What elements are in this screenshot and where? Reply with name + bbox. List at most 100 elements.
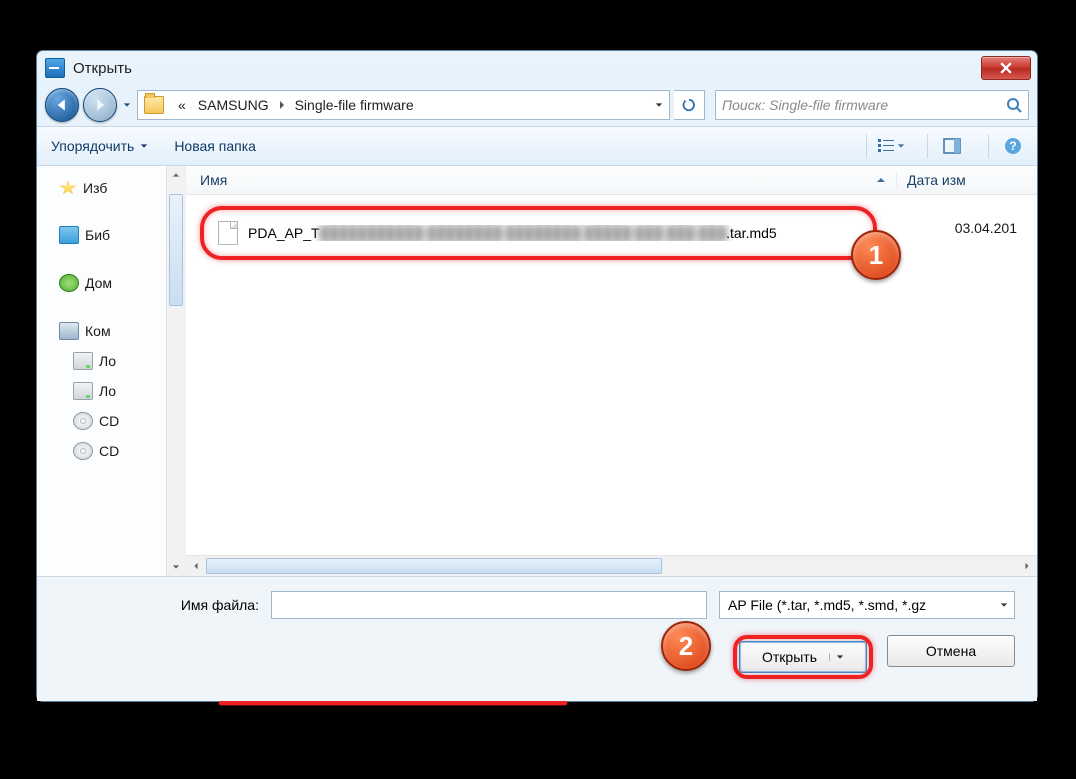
- refresh-button[interactable]: [674, 90, 705, 120]
- search-placeholder: Поиск: Single-file firmware: [722, 97, 1006, 113]
- file-type-label: AP File (*.tar, *.md5, *.smd, *.gz: [728, 597, 1000, 613]
- drive-icon: [73, 382, 93, 400]
- file-date: 03.04.201: [955, 220, 1017, 236]
- scroll-right-button[interactable]: [1017, 556, 1037, 576]
- view-mode-button[interactable]: [866, 134, 905, 158]
- open-button-highlight: Открыть: [733, 635, 873, 679]
- close-button[interactable]: [981, 56, 1031, 80]
- breadcrumb-overflow[interactable]: «: [172, 91, 192, 119]
- sort-asc-icon: [876, 175, 886, 185]
- computer-icon: [59, 322, 79, 340]
- sidebar-item-label: Изб: [83, 180, 107, 196]
- sidebar-item-libraries[interactable]: Биб: [37, 220, 185, 250]
- scroll-thumb[interactable]: [206, 558, 662, 574]
- button-row: 2 Открыть Отмена: [59, 635, 1015, 679]
- open-file-dialog: Открыть « SAMSUNG Single-file firmware: [36, 50, 1038, 702]
- sidebar-item-cd-2[interactable]: CD: [37, 436, 185, 466]
- column-header-name[interactable]: Имя: [186, 172, 896, 188]
- file-type-dropdown[interactable]: AP File (*.tar, *.md5, *.smd, *.gz: [719, 591, 1015, 619]
- horizontal-scrollbar[interactable]: [186, 555, 1037, 576]
- file-row[interactable]: PDA_AP_T███████████ ████████ ████████ ██…: [200, 206, 877, 260]
- toolbar: Упорядочить Новая папка ?: [37, 126, 1037, 166]
- filename-input[interactable]: [271, 591, 707, 619]
- sidebar-item-drive-1[interactable]: Ло: [37, 346, 185, 376]
- forward-arrow-icon: [93, 98, 107, 112]
- help-icon: ?: [1004, 137, 1022, 155]
- chevron-down-icon: [140, 142, 148, 150]
- window-title: Открыть: [73, 60, 132, 77]
- breadcrumb-singlefile[interactable]: Single-file firmware: [289, 91, 420, 119]
- chevron-down-icon: [897, 142, 905, 150]
- annotation-badge-2: 2: [661, 621, 711, 671]
- sidebar-item-cd-1[interactable]: CD: [37, 406, 185, 436]
- sidebar: Изб Биб Дом Ком Ло Ло: [37, 166, 186, 576]
- homegroup-icon: [59, 274, 79, 292]
- forward-button[interactable]: [83, 88, 117, 122]
- scroll-down-button[interactable]: [167, 558, 185, 576]
- chevron-down-icon: [123, 101, 131, 109]
- titlebar: Открыть: [37, 51, 1037, 85]
- scroll-thumb[interactable]: [169, 194, 183, 306]
- breadcrumb-separator[interactable]: [275, 100, 289, 110]
- scroll-left-button[interactable]: [186, 556, 206, 576]
- dialog-footer: Имя файла: AP File (*.tar, *.md5, *.smd,…: [37, 576, 1037, 701]
- drive-icon: [73, 352, 93, 370]
- cd-drive-icon: [73, 412, 93, 430]
- search-icon: [1006, 97, 1022, 113]
- libraries-icon: [59, 226, 79, 244]
- annotation-underline: [219, 701, 567, 705]
- column-header-date[interactable]: Дата изм: [896, 172, 1037, 188]
- navbar: « SAMSUNG Single-file firmware Поиск: Si…: [37, 85, 1037, 126]
- sidebar-item-label: Ло: [99, 383, 116, 399]
- view-list-icon: [877, 137, 895, 155]
- open-button-split[interactable]: [829, 653, 844, 661]
- preview-pane-button[interactable]: [927, 134, 966, 158]
- sidebar-item-label: Ком: [85, 323, 111, 339]
- file-icon: [218, 221, 238, 245]
- nav-history-dropdown[interactable]: [121, 91, 133, 119]
- file-name: PDA_AP_T███████████ ████████ ████████ ██…: [248, 225, 859, 241]
- chevron-down-icon: [655, 101, 663, 109]
- scroll-track[interactable]: [167, 184, 185, 558]
- organize-button[interactable]: Упорядочить: [47, 134, 152, 158]
- svg-text:?: ?: [1009, 139, 1016, 153]
- sidebar-item-label: CD: [99, 413, 119, 429]
- sidebar-item-label: CD: [99, 443, 119, 459]
- help-button[interactable]: ?: [988, 134, 1027, 158]
- file-list: Имя Дата изм PDA_AP_T███████████ ███████…: [186, 166, 1037, 576]
- scroll-up-button[interactable]: [167, 166, 185, 184]
- search-box[interactable]: Поиск: Single-file firmware: [715, 90, 1029, 120]
- back-arrow-icon: [55, 98, 69, 112]
- filename-label: Имя файла:: [59, 597, 259, 613]
- chevron-down-icon: [1000, 601, 1008, 609]
- sidebar-item-label: Биб: [85, 227, 110, 243]
- favorites-icon: [59, 180, 77, 196]
- cd-drive-icon: [73, 442, 93, 460]
- close-icon: [1000, 62, 1012, 74]
- sidebar-item-computer[interactable]: Ком: [37, 316, 185, 346]
- new-folder-button[interactable]: Новая папка: [170, 134, 260, 158]
- address-bar[interactable]: « SAMSUNG Single-file firmware: [137, 90, 670, 120]
- annotation-badge-1: 1: [851, 230, 901, 280]
- sidebar-item-label: Дом: [85, 275, 112, 291]
- sidebar-scrollbar[interactable]: [166, 166, 185, 576]
- chevron-down-icon: [836, 653, 844, 661]
- scroll-track[interactable]: [206, 556, 1017, 576]
- address-dropdown[interactable]: [648, 91, 669, 119]
- preview-pane-icon: [943, 137, 961, 155]
- new-folder-label: Новая папка: [174, 138, 256, 154]
- cancel-button-label: Отмена: [926, 643, 976, 659]
- cancel-button[interactable]: Отмена: [887, 635, 1015, 667]
- column-headers: Имя Дата изм: [186, 166, 1037, 195]
- open-button[interactable]: Открыть: [739, 641, 867, 673]
- sidebar-item-favorites[interactable]: Изб: [37, 174, 185, 202]
- dialog-body: Изб Биб Дом Ком Ло Ло: [37, 166, 1037, 576]
- back-button[interactable]: [45, 88, 79, 122]
- organize-label: Упорядочить: [51, 138, 134, 154]
- breadcrumb-samsung[interactable]: SAMSUNG: [192, 91, 275, 119]
- refresh-icon: [682, 98, 696, 112]
- sidebar-item-drive-2[interactable]: Ло: [37, 376, 185, 406]
- sidebar-item-label: Ло: [99, 353, 116, 369]
- sidebar-item-homegroup[interactable]: Дом: [37, 268, 185, 298]
- filename-row: Имя файла: AP File (*.tar, *.md5, *.smd,…: [59, 591, 1015, 619]
